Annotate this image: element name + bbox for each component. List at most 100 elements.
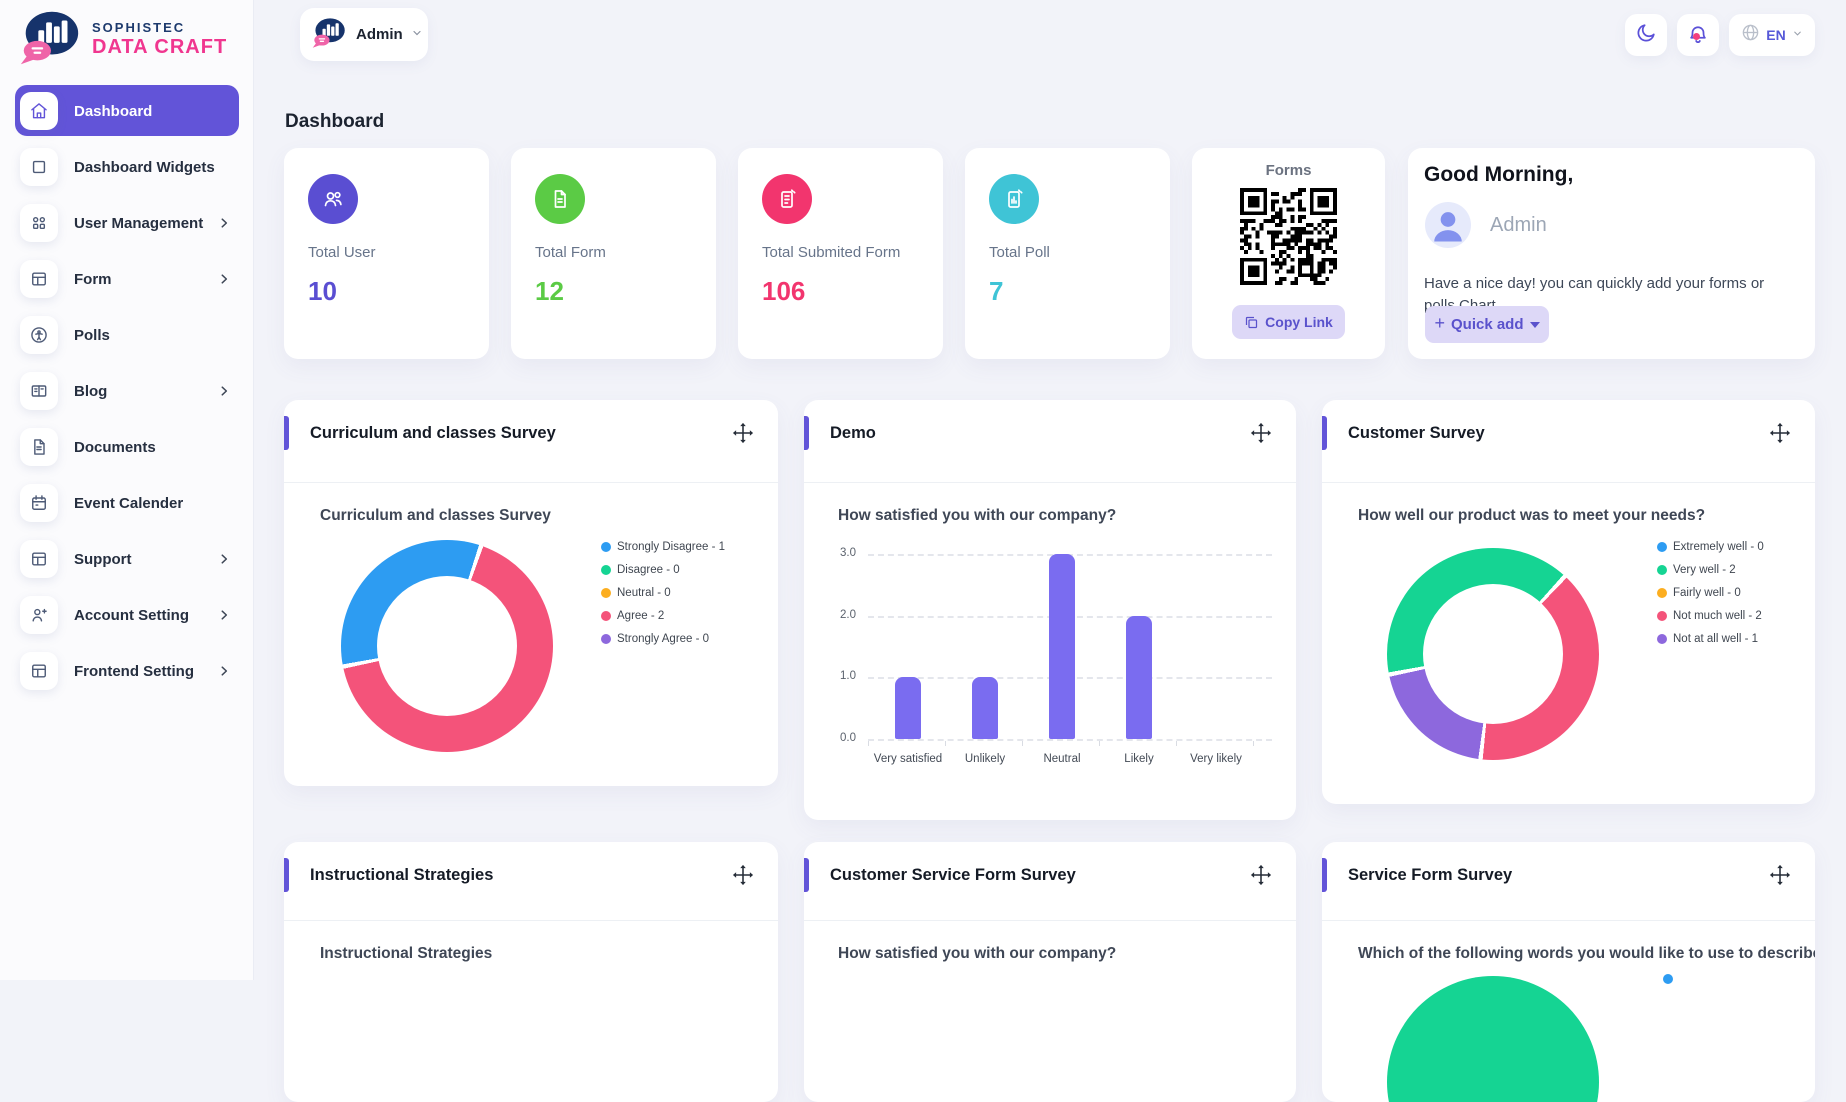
brand-line1: SOPHISTEC — [92, 20, 227, 35]
chevron-right-icon — [217, 552, 231, 566]
legend-label: Not much well - 2 — [1673, 610, 1762, 622]
blog-icon — [20, 372, 58, 410]
legend-item[interactable]: Not much well - 2 — [1657, 604, 1764, 627]
drag-move-icon[interactable] — [732, 864, 754, 886]
legend-item[interactable]: Extremely well - 0 — [1657, 535, 1764, 558]
dark-mode-toggle-button[interactable] — [1625, 14, 1667, 56]
language-selector[interactable]: EN — [1729, 14, 1815, 56]
card-title: Instructional Strategies — [310, 866, 493, 885]
legend-label: Neutral - 0 — [617, 587, 671, 599]
forms-card-title: Forms — [1192, 162, 1385, 179]
stat-label: Total Submited Form — [762, 244, 900, 261]
x-axis-tick — [1022, 741, 1023, 746]
chart-card-customer-service: Customer Service Form Survey How satisfi… — [804, 842, 1296, 1102]
legend-item[interactable]: Very well - 2 — [1657, 558, 1764, 581]
drag-move-icon[interactable] — [1250, 422, 1272, 444]
sidebar-item-blog[interactable]: Blog — [15, 363, 239, 419]
legend-item[interactable]: Disagree - 0 — [601, 558, 725, 581]
sidebar-item-documents[interactable]: Documents — [15, 419, 239, 475]
brand-logo[interactable]: SOPHISTEC DATA CRAFT — [16, 8, 227, 71]
sidebar-item-user-management[interactable]: User Management — [15, 195, 239, 251]
gridline — [868, 739, 1272, 741]
accent-bar — [804, 858, 809, 892]
copy-link-button[interactable]: Copy Link — [1232, 305, 1345, 339]
stat-label: Total User — [308, 244, 376, 261]
doughnut-chart — [1387, 548, 1599, 760]
sidebar: SOPHISTEC DATA CRAFT DashboardDashboard … — [0, 0, 253, 980]
sidebar-item-frontend-setting[interactable]: Frontend Setting — [15, 643, 239, 699]
calendar-icon — [20, 484, 58, 522]
chart-title: Instructional Strategies — [320, 945, 492, 963]
chevron-right-icon — [217, 272, 231, 286]
legend-dot — [1657, 611, 1667, 621]
x-axis-label: Likely — [1124, 753, 1153, 765]
stat-value: 12 — [535, 276, 564, 307]
quick-add-button[interactable]: + Quick add — [1425, 306, 1549, 343]
sidebar-item-dashboard[interactable]: Dashboard — [15, 83, 239, 139]
drag-move-icon[interactable] — [1769, 422, 1791, 444]
sidebar-item-label: Account Setting — [74, 607, 189, 624]
chart-title: How satisfied you with our company? — [838, 945, 1116, 963]
drag-move-icon[interactable] — [1250, 864, 1272, 886]
chevron-right-icon — [217, 384, 231, 398]
y-axis-tick-label: 0.0 — [804, 732, 856, 744]
legend-item[interactable]: Fairly well - 0 — [1657, 581, 1764, 604]
stat-value: 7 — [989, 276, 1003, 307]
sidebar-item-account-setting[interactable]: Account Setting — [15, 587, 239, 643]
sidebar-item-dashboard-widgets[interactable]: Dashboard Widgets — [15, 139, 239, 195]
forms-qr-card: Forms Copy Link — [1192, 148, 1385, 359]
notifications-button[interactable] — [1677, 14, 1719, 56]
stat-label: Total Form — [535, 244, 606, 261]
legend-item[interactable]: Neutral - 0 — [601, 581, 725, 604]
stat-card-total-user: Total User10 — [284, 148, 489, 359]
bar-neutral — [1049, 554, 1075, 739]
stat-card-total-form: Total Form 12 — [511, 148, 716, 359]
legend-item[interactable]: Not at all well - 1 — [1657, 627, 1764, 650]
chevron-down-icon — [1792, 26, 1803, 44]
doc-icon — [20, 428, 58, 466]
x-axis-tick — [945, 741, 946, 746]
legend-item[interactable]: Strongly Disagree - 1 — [601, 535, 725, 558]
legend-dot — [601, 634, 611, 644]
chart-title: Which of the following words you would l… — [1358, 945, 1815, 963]
chart-title: Curriculum and classes Survey — [320, 507, 551, 525]
notification-dot — [1693, 33, 1700, 40]
moon-icon — [1635, 22, 1657, 49]
bell-icon — [1687, 24, 1709, 46]
brand-name: SOPHISTEC DATA CRAFT — [92, 20, 227, 59]
chart-body: How satisfied you with our company? — [804, 921, 1296, 1102]
doughnut-chart — [341, 540, 553, 752]
language-code: EN — [1766, 27, 1785, 43]
user-menu-button[interactable]: Admin — [300, 8, 428, 61]
legend-item[interactable]: Agree - 2 — [601, 604, 725, 627]
sidebar-item-label: Frontend Setting — [74, 663, 194, 680]
x-axis-label: Unlikely — [965, 753, 1005, 765]
brand-mini-logo-icon — [310, 16, 348, 54]
sidebar-item-form[interactable]: Form — [15, 251, 239, 307]
sidebar-item-polls[interactable]: Polls — [15, 307, 239, 363]
stat-card-total-poll: Total Poll 7 — [965, 148, 1170, 359]
table-icon — [20, 652, 58, 690]
sidebar-item-event-calender[interactable]: Event Calender — [15, 475, 239, 531]
sidebar-item-label: User Management — [74, 215, 203, 232]
user-menu-label: Admin — [356, 26, 403, 43]
brand-logo-icon — [16, 8, 84, 71]
card-header: Customer Service Form Survey — [804, 842, 1296, 924]
drag-move-icon[interactable] — [732, 422, 754, 444]
drag-move-icon[interactable] — [1769, 864, 1791, 886]
y-axis-tick-label: 1.0 — [804, 670, 856, 682]
copy-link-label: Copy Link — [1265, 314, 1333, 330]
x-axis-label: Very satisfied — [874, 753, 942, 765]
chart-body: How well our product was to meet your ne… — [1322, 483, 1815, 804]
card-title: Customer Service Form Survey — [830, 866, 1076, 885]
bar-likely — [1126, 616, 1152, 739]
stat-label: Total Poll — [989, 244, 1050, 261]
x-axis-tick — [1099, 741, 1100, 746]
legend-item[interactable]: Strongly Agree - 0 — [601, 627, 725, 650]
legend-dot — [1657, 588, 1667, 598]
globe-icon — [1741, 23, 1760, 47]
users-icon — [308, 174, 358, 224]
sidebar-item-support[interactable]: Support — [15, 531, 239, 587]
doughnut-chart-partial — [1387, 976, 1599, 1102]
sidebar-item-label: Event Calender — [74, 495, 183, 512]
